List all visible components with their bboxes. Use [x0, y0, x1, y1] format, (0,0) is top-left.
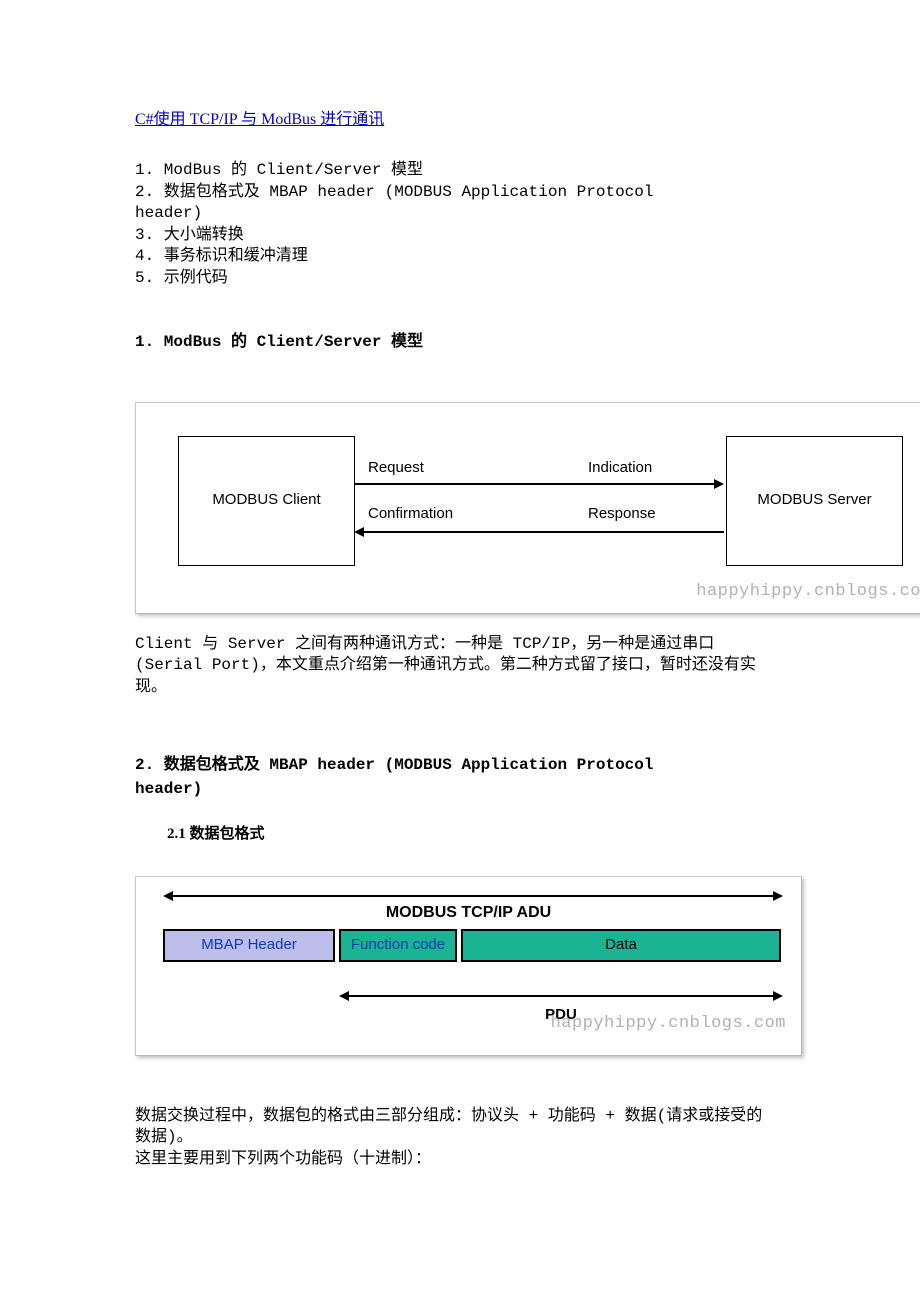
section-2-paragraph-2: 这里主要用到下列两个功能码（十进制）： [135, 1149, 775, 1171]
client-server-diagram: MODBUS Client MODBUS Server Request Indi… [135, 402, 920, 614]
arrow-head-icon [773, 991, 783, 1001]
label-request: Request [368, 457, 424, 480]
toc-item: 2. 数据包格式及 MBAP header (MODBUS Applicatio… [135, 182, 665, 225]
watermark: happyhippy.cnblogs.co [696, 579, 920, 605]
section-2-1-heading: 2.1 数据包格式 [167, 823, 665, 846]
toc-item: 3. 大小端转换 [135, 225, 665, 247]
title-link[interactable]: C#使用 TCP/IP 与 ModBus 进行通讯 [135, 111, 384, 128]
section-1-paragraph: Client 与 Server 之间有两种通讯方式：一种是 TCP/IP，另一种… [135, 634, 775, 699]
modbus-client-box: MODBUS Client [178, 436, 355, 566]
arrow-icon [349, 995, 773, 997]
arrow-icon [364, 531, 724, 533]
toc-item: 4. 事务标识和缓冲清理 [135, 246, 665, 268]
toc-item: 1. ModBus 的 Client/Server 模型 [135, 160, 665, 182]
toc-item: 5. 示例代码 [135, 268, 665, 290]
function-code-cell: Function code [339, 929, 457, 962]
arrow-icon [173, 895, 773, 897]
watermark: happyhippy.cnblogs.com [551, 1011, 786, 1037]
adu-pdu-diagram: MODBUS TCP/IP ADU MBAP Header Function c… [135, 876, 802, 1056]
adu-label: MODBUS TCP/IP ADU [136, 901, 801, 925]
arrow-icon [354, 483, 714, 485]
table-of-contents: 1. ModBus 的 Client/Server 模型 2. 数据包格式及 M… [135, 160, 665, 290]
section-1-heading: 1. ModBus 的 Client/Server 模型 [135, 330, 665, 354]
arrow-head-icon [163, 891, 173, 901]
arrow-head-icon [354, 527, 364, 537]
label-confirmation: Confirmation [368, 503, 453, 526]
section-2-paragraph-1: 数据交换过程中，数据包的格式由三部分组成：协议头 + 功能码 + 数据(请求或接… [135, 1106, 775, 1149]
label-response: Response [588, 503, 656, 526]
mbap-header-cell: MBAP Header [163, 929, 335, 962]
arrow-head-icon [714, 479, 724, 489]
arrow-head-icon [773, 891, 783, 901]
arrow-head-icon [339, 991, 349, 1001]
section-2-heading: 2. 数据包格式及 MBAP header (MODBUS Applicatio… [135, 753, 665, 801]
label-indication: Indication [588, 457, 652, 480]
modbus-server-box: MODBUS Server [726, 436, 903, 566]
data-cell: Data [461, 929, 781, 962]
